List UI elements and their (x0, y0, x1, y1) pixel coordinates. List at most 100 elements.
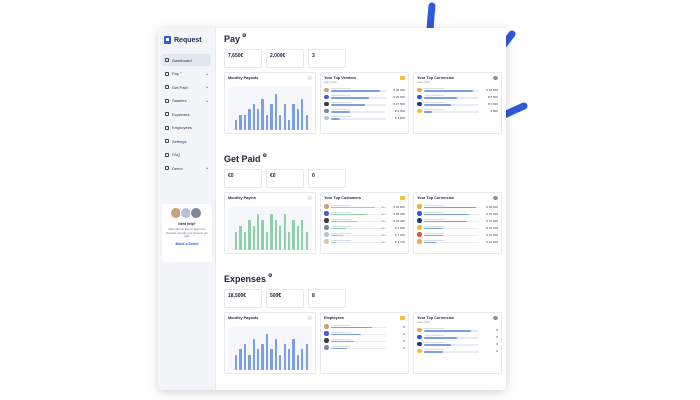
list-item[interactable]: •••• € 7.200 (324, 231, 405, 238)
list-item[interactable]: € 1.800 (324, 115, 405, 122)
sidebar-item-demo[interactable]: Demo ▸ (162, 162, 211, 174)
stat-card: 500€ (266, 289, 304, 308)
row-progress (423, 88, 479, 92)
masked-iban: •••• (380, 225, 386, 230)
sidebar-item-get-paid[interactable]: Get Paid ▸ (162, 81, 211, 93)
list-item[interactable]: € 12.000 (417, 238, 498, 245)
list-item[interactable]: •••• € 18.400 (324, 217, 405, 224)
gear-icon[interactable]: ⚙ (263, 153, 267, 159)
monthly-chart-panel: Monthly Payins (224, 192, 316, 254)
sidebar-item-label: Salaries (172, 98, 187, 103)
brand-logo[interactable]: Request (162, 36, 211, 44)
list-item[interactable]: € (417, 348, 498, 355)
panel-title: Monthly Payouts (228, 76, 259, 80)
list-item[interactable]: € (324, 323, 405, 330)
badge-icon[interactable] (400, 76, 405, 80)
masked-iban: •••• (380, 218, 386, 223)
gear-icon[interactable]: ⚙ (268, 273, 272, 279)
currency-icon (417, 341, 422, 347)
badge-icon[interactable] (400, 196, 405, 200)
list-item[interactable]: •••• € 35.800 (324, 203, 405, 210)
list-item[interactable]: € (324, 337, 405, 344)
chart-bar (279, 226, 282, 250)
panels-row: Monthly Payouts Your Top Vendors Last mont… (224, 72, 504, 134)
sidebar-item-expenses[interactable]: Expenses (162, 108, 211, 120)
chart-bar (243, 232, 247, 250)
list-item[interactable]: € 16.500 (417, 87, 498, 94)
list-item[interactable]: € (417, 341, 498, 348)
period-selector[interactable] (307, 316, 312, 320)
list-item[interactable]: € 75.000 (417, 210, 498, 217)
list-item[interactable]: € 17.500 (324, 101, 405, 108)
sidebar-item-settings[interactable]: Settings (162, 135, 211, 147)
sidebar-item-faq[interactable]: FAQ (162, 149, 211, 161)
globe-icon[interactable] (493, 196, 498, 200)
panel-subtitle: Last month (324, 80, 337, 84)
progress-fill (423, 90, 474, 92)
list-item[interactable]: € (417, 334, 498, 341)
list-item[interactable]: € 6.000 (417, 101, 498, 108)
badge-icon[interactable] (400, 316, 405, 320)
progress-fill (423, 97, 457, 99)
list-item[interactable]: € 30.000 (324, 87, 405, 94)
list-item[interactable]: •••• € 9.000 (324, 224, 405, 231)
gear-icon[interactable]: ⚙ (242, 33, 246, 39)
row-name-placeholder (330, 239, 351, 241)
list-item[interactable]: € 6.500 (324, 108, 405, 115)
stage: Request Dashboard Pay ° ▸ Get Paid ▸ Salaries… (0, 0, 700, 400)
book-demo-button[interactable]: Book a Demo (165, 242, 209, 246)
list: •••• € 35.800 •••• € 28.200 •••• € 18.400 ••••… (324, 203, 405, 245)
sidebar-item-dashboard[interactable]: Dashboard (162, 54, 211, 66)
list-item[interactable]: € 20.000 (324, 94, 405, 101)
row-value: € (496, 342, 498, 346)
chart-bar (274, 94, 277, 130)
stat-card: €0 (224, 169, 262, 188)
period-selector[interactable] (307, 76, 312, 80)
row-name-placeholder (423, 204, 444, 206)
list: € 16.500 € 8.500 € 6.000 € 800 (417, 87, 498, 115)
progress-fill (330, 104, 365, 106)
team-avatars (165, 207, 209, 219)
send-icon (165, 71, 169, 76)
section-title-text: Get Paid (224, 154, 261, 164)
list-item[interactable]: € (417, 327, 498, 334)
progress-fill (330, 213, 367, 216)
chart-bar (292, 104, 295, 130)
row-progress (330, 204, 379, 209)
globe-icon[interactable] (493, 316, 498, 320)
list-item[interactable]: € (324, 344, 405, 351)
entity-avatar (324, 94, 329, 100)
row-value: € 7.200 (394, 232, 405, 237)
row-progress (423, 102, 479, 106)
row-name-placeholder (330, 331, 351, 333)
progress-fill (330, 234, 343, 237)
entity-avatar (324, 115, 329, 121)
sidebar-item-employees[interactable]: Employees (162, 122, 211, 134)
row-value: € 17.500 (393, 102, 405, 106)
list-item[interactable]: € (324, 330, 405, 337)
period-selector[interactable] (307, 196, 312, 200)
top-currencies-panel: Your Top Currencies Last month € 16.500 € 8… (413, 72, 502, 134)
chart-bar (287, 349, 291, 370)
list-item[interactable]: € 8.500 (417, 94, 498, 101)
chart-bar (270, 104, 273, 130)
list-item[interactable]: •••• € 28.200 (324, 210, 405, 217)
row-value: € (403, 338, 405, 343)
globe-icon[interactable] (493, 76, 498, 80)
list-item[interactable]: € 70.000 (417, 217, 498, 224)
chart-bar (292, 220, 295, 250)
list-item[interactable]: € 22.000 (417, 224, 498, 231)
chart-bar (239, 114, 242, 130)
progress-fill (330, 333, 362, 336)
list-item[interactable]: € 800 (417, 108, 498, 115)
list-item[interactable]: •••• € 1.700 (324, 238, 405, 245)
sidebar-item-pay[interactable]: Pay ° ▸ (162, 68, 211, 80)
list-item[interactable]: € 22.000 (417, 231, 498, 238)
row-progress (330, 116, 386, 120)
chart-bar (248, 220, 251, 250)
sidebar-item-salaries[interactable]: Salaries ▸ (162, 95, 211, 107)
row-name-placeholder (330, 232, 351, 234)
panel-title: Employees (324, 316, 345, 320)
list-item[interactable]: € 90.000 (417, 203, 498, 210)
row-progress (330, 218, 379, 223)
